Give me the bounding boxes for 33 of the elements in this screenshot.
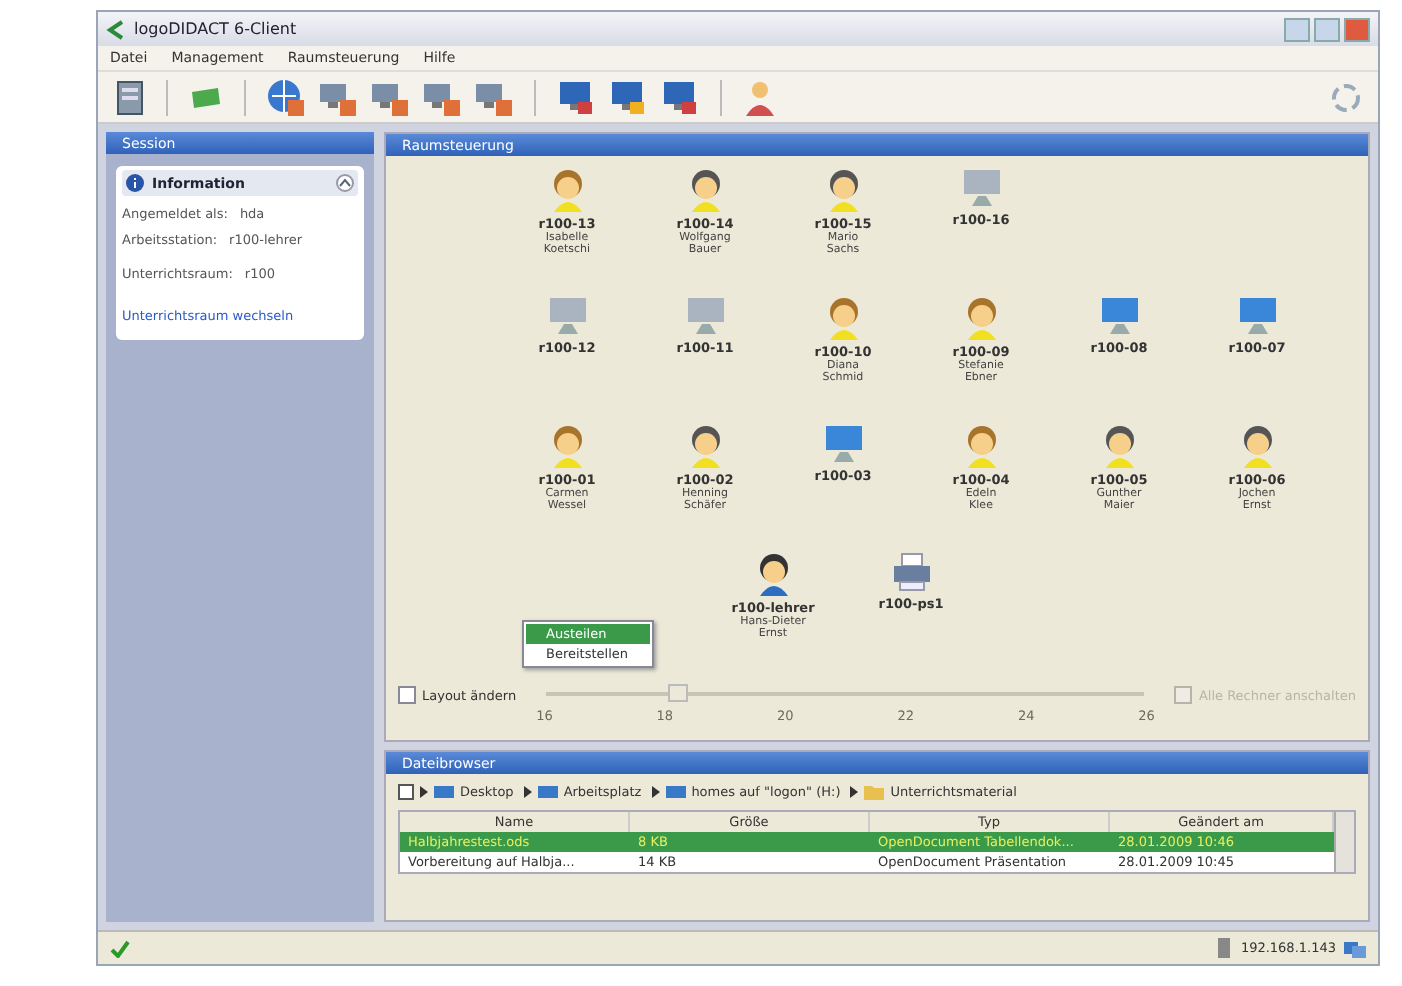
checkmark-icon (110, 939, 130, 957)
whiteboard-icon[interactable] (188, 83, 224, 111)
chevron-right-icon (651, 786, 660, 798)
monitor-icon[interactable] (608, 77, 648, 117)
computer-icon (1216, 938, 1233, 958)
network-icon (1344, 937, 1366, 959)
document-icon[interactable] (114, 79, 146, 115)
scrollbar[interactable] (1334, 812, 1354, 872)
refresh-icon[interactable] (1330, 81, 1362, 113)
monitor-icon[interactable] (1237, 296, 1277, 336)
maximize-button[interactable] (1314, 17, 1340, 41)
panel-toggle-icon[interactable] (398, 784, 414, 800)
chevron-right-icon (523, 786, 532, 798)
close-button[interactable] (1344, 17, 1370, 41)
checkbox[interactable] (398, 686, 416, 704)
monitor-icon[interactable] (556, 77, 596, 117)
drive-icon (665, 784, 686, 800)
minimize-button[interactable] (1284, 17, 1310, 41)
globe-icon[interactable] (266, 77, 306, 117)
monitor-icon[interactable] (1099, 296, 1139, 336)
app-logo-icon (106, 19, 126, 39)
window-title: logoDIDACT 6-Client (134, 20, 297, 38)
drive-icon (434, 784, 454, 800)
collapse-button[interactable] (336, 174, 354, 192)
printer-icon[interactable] (891, 552, 931, 592)
monitor-icon[interactable] (823, 424, 863, 464)
drive-icon (537, 784, 558, 800)
monitor-icon[interactable] (660, 77, 700, 117)
folder-icon (864, 784, 885, 800)
chevron-right-icon (850, 786, 859, 798)
info-icon (126, 174, 144, 192)
chevron-right-icon (420, 786, 428, 798)
user-icon[interactable] (742, 77, 778, 117)
